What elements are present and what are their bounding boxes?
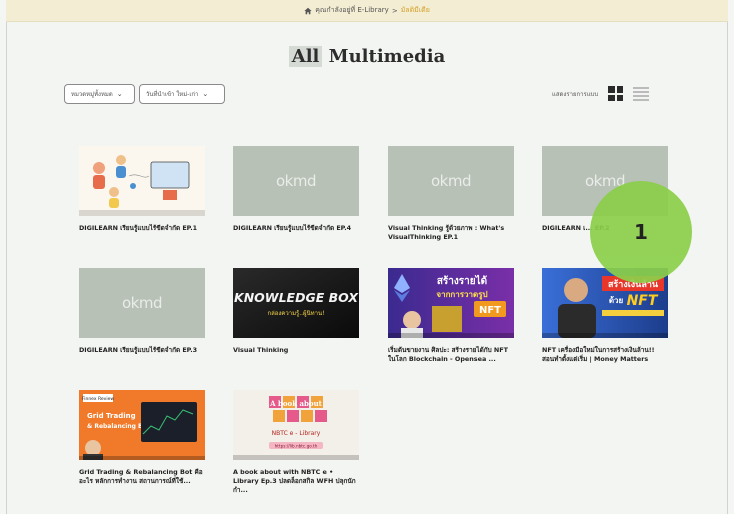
card-title[interactable]: NFT เครื่องมือใหม่ในการสร้างเงินล้าน!! ส…	[542, 346, 668, 364]
media-card[interactable]: DIGILEARN เรียนรู้แบบไร้ขีดจำกัด EP.1	[79, 146, 205, 233]
thumb-tag-text: NFT	[627, 293, 659, 309]
sort-select-value: วันที่นำเข้า ใหม่-เก่า	[146, 91, 199, 98]
thumb-tag-text: https://lib.nbtc.go.th	[275, 444, 318, 449]
card-title[interactable]: DIGILEARN เรียนรู้แบบไร้ขีดจำกัด EP.4	[233, 224, 359, 233]
thumb-subtitle-text: กล่องความรู้..ผู้นิทาน!	[267, 310, 324, 317]
card-title[interactable]: Visual Thinking	[233, 346, 359, 355]
chevron-down-icon: ⌄	[202, 90, 209, 98]
list-view-icon[interactable]	[633, 86, 650, 101]
okmd-logo: okmd	[276, 172, 317, 190]
page-title-highlight: All	[288, 46, 323, 67]
category-select-value: หมวดหมู่ทั้งหมด	[71, 91, 113, 98]
thumbnail-grid-trading[interactable]: Finnex Review Grid Trading & Rebalancing…	[79, 390, 205, 460]
chevron-down-icon: ⌄	[116, 90, 123, 98]
media-card[interactable]: KNOWLEDGE BOX กล่องความรู้..ผู้นิทาน! Vi…	[233, 268, 359, 355]
callout-number: 1	[634, 220, 648, 244]
thumb-subtitle-text: ด้วย	[609, 295, 624, 305]
thumb-title-text: Grid Trading	[87, 412, 136, 420]
thumbnail-knowledge-box[interactable]: KNOWLEDGE BOX กล่องความรู้..ผู้นิทาน!	[233, 268, 359, 338]
page-title-rest: Multimedia	[328, 46, 446, 67]
breadcrumb-current: มัลติมีเดีย	[400, 6, 430, 14]
thumbnail-nft-art[interactable]: สร้างรายได้ จากการวาดรูป NFT	[388, 268, 514, 338]
card-title[interactable]: Visual Thinking รู้ด้วยภาพ : What's Visu…	[388, 224, 514, 242]
thumb-subtitle-text: จากการวาดรูป	[436, 290, 487, 300]
card-title[interactable]: DIGILEARN เรียนรู้แบบไร้ขีดจำกัด EP.3	[79, 346, 205, 355]
filter-bar: หมวดหมู่ทั้งหมด ⌄ วันที่นำเข้า ใหม่-เก่า…	[64, 84, 225, 104]
thumbnail-placeholder[interactable]: okmd	[233, 146, 359, 216]
thumbnail-illustration[interactable]	[79, 146, 205, 216]
page-title: All Multimedia	[0, 46, 734, 67]
thumbnail-abook[interactable]: A book about NBTC e - Library https://li…	[233, 390, 359, 460]
sort-select[interactable]: วันที่นำเข้า ใหม่-เก่า ⌄	[139, 84, 225, 104]
category-select[interactable]: หมวดหมู่ทั้งหมด ⌄	[64, 84, 135, 104]
card-title[interactable]: A book about with NBTC e • Library Ep.3 …	[233, 468, 359, 495]
breadcrumb-separator: >	[391, 6, 398, 15]
thumbnail-placeholder[interactable]: okmd	[388, 146, 514, 216]
thumb-subtitle-text: & Rebalancing Bot	[87, 423, 150, 430]
card-title[interactable]: Grid Trading & Rebalancing Bot คือ อะไร …	[79, 468, 205, 486]
home-icon[interactable]	[304, 7, 312, 15]
thumb-tag-text: Finnex Review	[82, 396, 114, 402]
card-title[interactable]: DIGILEARN เรียนรู้แบบไร้ขีดจำกัด EP.1	[79, 224, 205, 233]
media-card[interactable]: okmd Visual Thinking รู้ด้วยภาพ : What's…	[388, 146, 514, 242]
thumb-title-text: สร้างรายได้	[437, 274, 487, 287]
card-title[interactable]: เริ่มต้นขายงาน ศิลปะ: สร้างรายได้กับ NFT…	[388, 346, 514, 364]
thumb-tag-text: NFT	[479, 305, 501, 316]
breadcrumb: คุณกำลังอยู่ที่ E-Library > มัลติมีเดีย	[6, 0, 728, 22]
thumb-title-text: KNOWLEDGE BOX	[234, 290, 359, 305]
annotation-callout: 1	[590, 181, 692, 283]
media-card[interactable]: A book about NBTC e - Library https://li…	[233, 390, 359, 495]
view-toggle-label: แสดงรายการแบบ	[552, 90, 599, 98]
grid-view-icon[interactable]	[608, 86, 624, 101]
media-card[interactable]: Finnex Review Grid Trading & Rebalancing…	[79, 390, 205, 486]
media-card[interactable]: สร้างเงินล้าน ด้วย NFT NFT เครื่องมือใหม…	[542, 268, 668, 364]
media-card[interactable]: okmd DIGILEARN เรียนรู้แบบไร้ขีดจำกัด EP…	[233, 146, 359, 233]
view-toggle: แสดงรายการแบบ	[552, 86, 650, 101]
okmd-logo: okmd	[122, 294, 163, 312]
thumbnail-placeholder[interactable]: okmd	[79, 268, 205, 338]
thumb-title-text: A book about	[269, 399, 323, 408]
media-card[interactable]: okmd DIGILEARN เรียนรู้แบบไร้ขีดจำกัด EP…	[79, 268, 205, 355]
media-card[interactable]: สร้างรายได้ จากการวาดรูป NFT เริ่มต้นขาย…	[388, 268, 514, 364]
breadcrumb-root[interactable]: คุณกำลังอยู่ที่ E-Library	[315, 5, 389, 16]
thumb-subtitle-text: NBTC e - Library	[272, 430, 321, 437]
okmd-logo: okmd	[431, 172, 472, 190]
